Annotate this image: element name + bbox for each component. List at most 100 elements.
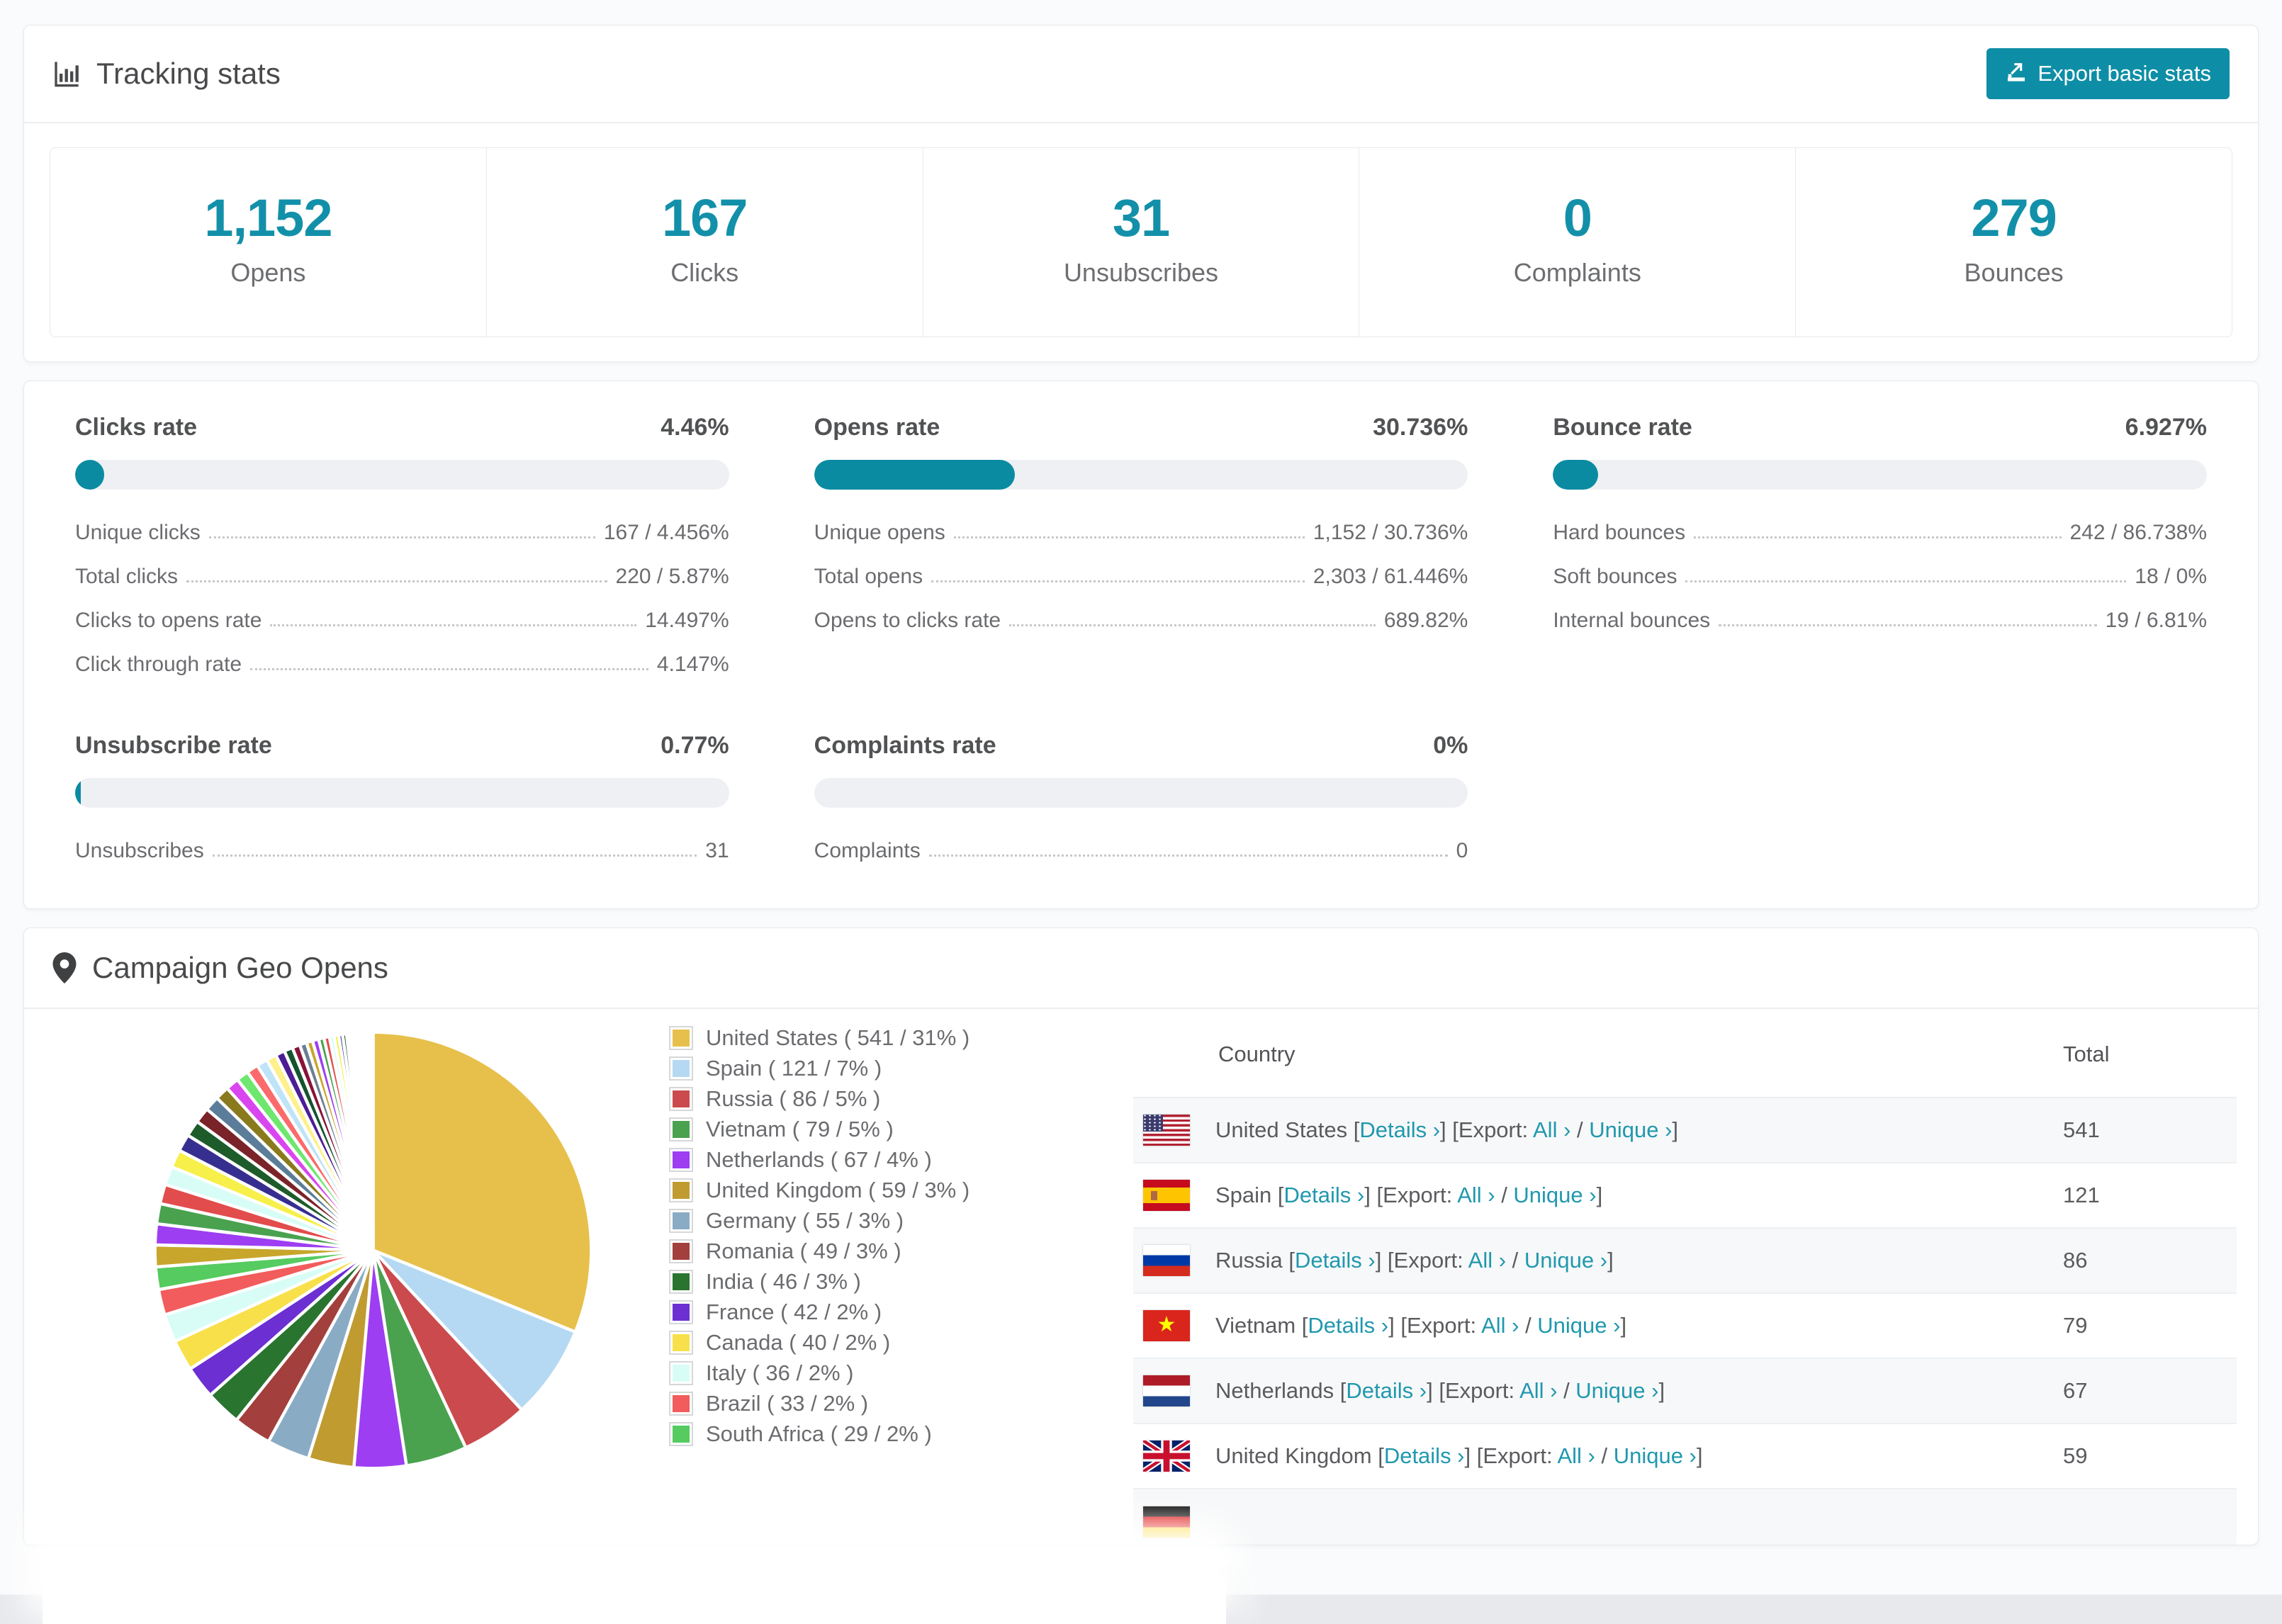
geo-table: Country Total United States [Details ›] … <box>1133 1009 2237 1545</box>
legend-item-germany[interactable]: Germany ( 55 / 3% ) <box>669 1209 1084 1233</box>
rate-block-complaints-rate: Complaints rate 0% Complaints 0 <box>814 732 1468 863</box>
geo-content: United States ( 541 / 31% ) Spain ( 121 /… <box>24 1009 2258 1545</box>
legend-swatch <box>669 1239 693 1263</box>
details-link[interactable]: Details › <box>1295 1248 1376 1273</box>
legend-swatch <box>669 1178 693 1202</box>
legend-swatch <box>669 1087 693 1111</box>
legend-item-vietnam[interactable]: Vietnam ( 79 / 5% ) <box>669 1117 1084 1141</box>
rate-detail-label: Total clicks <box>75 565 179 588</box>
rate-detail-value: 0 <box>1456 839 1468 862</box>
rate-detail-row: Total opens 2,303 / 61.446% <box>814 565 1468 589</box>
rate-title: Opens rate <box>814 414 940 441</box>
stat-label: Complaints <box>1513 258 1641 287</box>
legend-item-russia[interactable]: Russia ( 86 / 5% ) <box>669 1087 1084 1111</box>
rate-detail-value: 4.147% <box>656 653 729 676</box>
legend-item-italy[interactable]: Italy ( 36 / 2% ) <box>669 1361 1084 1385</box>
legend-swatch <box>669 1270 693 1294</box>
export-button-label: Export basic stats <box>2038 61 2211 86</box>
rate-head: Bounce rate 6.927% <box>1553 414 2207 441</box>
rate-detail-row: Soft bounces 18 / 0% <box>1553 565 2207 589</box>
details-link[interactable]: Details › <box>1359 1117 1440 1142</box>
export-label: Export: <box>1393 1248 1468 1273</box>
legend-label: Italy ( 36 / 2% ) <box>706 1360 854 1385</box>
details-link[interactable]: Details › <box>1284 1183 1365 1207</box>
rate-head: Clicks rate 4.46% <box>75 414 729 441</box>
geo-pie-chart <box>145 1022 602 1482</box>
rate-title: Bounce rate <box>1553 414 1692 441</box>
export-label: Export: <box>1483 1443 1558 1468</box>
dotted-leader <box>1009 624 1376 626</box>
legend-item-brazil[interactable]: Brazil ( 33 / 2% ) <box>669 1392 1084 1416</box>
rate-detail-row: Hard bounces 242 / 86.738% <box>1553 521 2207 545</box>
legend-label: France ( 42 / 2% ) <box>706 1299 882 1324</box>
export-unique-link[interactable]: Unique › <box>1614 1443 1697 1468</box>
us-flag-icon <box>1143 1115 1190 1146</box>
rate-detail-label: Hard bounces <box>1553 521 1686 544</box>
legend-item-united-kingdom[interactable]: United Kingdom ( 59 / 3% ) <box>669 1178 1084 1202</box>
legend-swatch <box>669 1148 693 1172</box>
summary-stats-row: 1,152 Opens 167 Clicks 31 Unsubscribes 0 Compla… <box>50 147 2232 337</box>
legend-swatch <box>669 1300 693 1324</box>
export-icon <box>2005 60 2028 88</box>
table-row-russia: Russia [Details ›] [Export: All › / Uniq… <box>1133 1228 2237 1293</box>
legend-label: Russia ( 86 / 5% ) <box>706 1086 881 1111</box>
progress-bar <box>814 778 1468 808</box>
rate-detail-value: 19 / 6.81% <box>2105 609 2207 632</box>
bar-chart-icon <box>52 60 81 88</box>
legend-swatch <box>669 1117 693 1141</box>
dotted-leader <box>1685 580 2127 582</box>
geo-table-wrap: Country Total United States [Details ›] … <box>1133 1009 2237 1545</box>
tracking-stats-card: Tracking stats Export basic stats 1,152 O… <box>23 25 2259 362</box>
export-unique-link[interactable]: Unique › <box>1524 1248 1607 1273</box>
page: Tracking stats Export basic stats 1,152 O… <box>0 0 2282 1624</box>
progress-bar <box>814 460 1468 490</box>
ru-flag-icon <box>1143 1245 1190 1276</box>
legend-item-netherlands[interactable]: Netherlands ( 67 / 4% ) <box>669 1148 1084 1172</box>
country-name: United States <box>1215 1117 1354 1142</box>
progress-bar-fill <box>814 460 1016 490</box>
geo-title-text: Campaign Geo Opens <box>92 951 388 984</box>
details-link[interactable]: Details › <box>1308 1313 1388 1338</box>
gb-flag-icon <box>1143 1440 1190 1472</box>
rate-title: Clicks rate <box>75 414 197 441</box>
tracking-stats-title: Tracking stats <box>52 57 281 91</box>
legend-item-south-africa[interactable]: South Africa ( 29 / 2% ) <box>669 1422 1084 1446</box>
flag-cell <box>1133 1358 1215 1423</box>
total-cell: 59 <box>2063 1443 2088 1468</box>
export-all-link[interactable]: All › <box>1557 1443 1595 1468</box>
rate-percent: 0.77% <box>661 732 729 759</box>
legend-swatch <box>669 1331 693 1355</box>
stat-value: 1,152 <box>204 188 332 247</box>
legend-item-spain[interactable]: Spain ( 121 / 7% ) <box>669 1056 1084 1081</box>
export-unique-link[interactable]: Unique › <box>1575 1378 1658 1403</box>
dotted-leader <box>250 668 648 670</box>
legend-item-united-states[interactable]: United States ( 541 / 31% ) <box>669 1026 1084 1050</box>
total-cell <box>2063 1489 2237 1545</box>
rate-head: Opens rate 30.736% <box>814 414 1468 441</box>
export-label: Export: <box>1406 1313 1482 1338</box>
flag-cell <box>1133 1293 1215 1358</box>
export-all-link[interactable]: All › <box>1468 1248 1506 1273</box>
legend-item-canada[interactable]: Canada ( 40 / 2% ) <box>669 1331 1084 1355</box>
country-name: United Kingdom <box>1215 1443 1378 1468</box>
legend-label: Germany ( 55 / 3% ) <box>706 1208 904 1233</box>
export-unique-link[interactable]: Unique › <box>1513 1183 1596 1207</box>
progress-bar-fill <box>75 460 105 490</box>
legend-item-india[interactable]: India ( 46 / 3% ) <box>669 1270 1084 1294</box>
legend-item-romania[interactable]: Romania ( 49 / 3% ) <box>669 1239 1084 1263</box>
flag-cell <box>1133 1423 1215 1489</box>
stat-label: Unsubscribes <box>1063 258 1219 287</box>
export-unique-link[interactable]: Unique › <box>1589 1117 1672 1142</box>
export-basic-stats-button[interactable]: Export basic stats <box>1986 48 2230 99</box>
export-unique-link[interactable]: Unique › <box>1537 1313 1620 1338</box>
export-all-link[interactable]: All › <box>1519 1378 1557 1403</box>
export-all-link[interactable]: All › <box>1533 1117 1570 1142</box>
legend-item-france[interactable]: France ( 42 / 2% ) <box>669 1300 1084 1324</box>
rate-title: Complaints rate <box>814 732 996 759</box>
export-all-link[interactable]: All › <box>1457 1183 1495 1207</box>
details-link[interactable]: Details › <box>1384 1443 1465 1468</box>
rate-detail-value: 14.497% <box>645 609 729 632</box>
details-link[interactable]: Details › <box>1346 1378 1427 1403</box>
rate-detail-row: Click through rate 4.147% <box>75 653 729 677</box>
export-all-link[interactable]: All › <box>1481 1313 1519 1338</box>
